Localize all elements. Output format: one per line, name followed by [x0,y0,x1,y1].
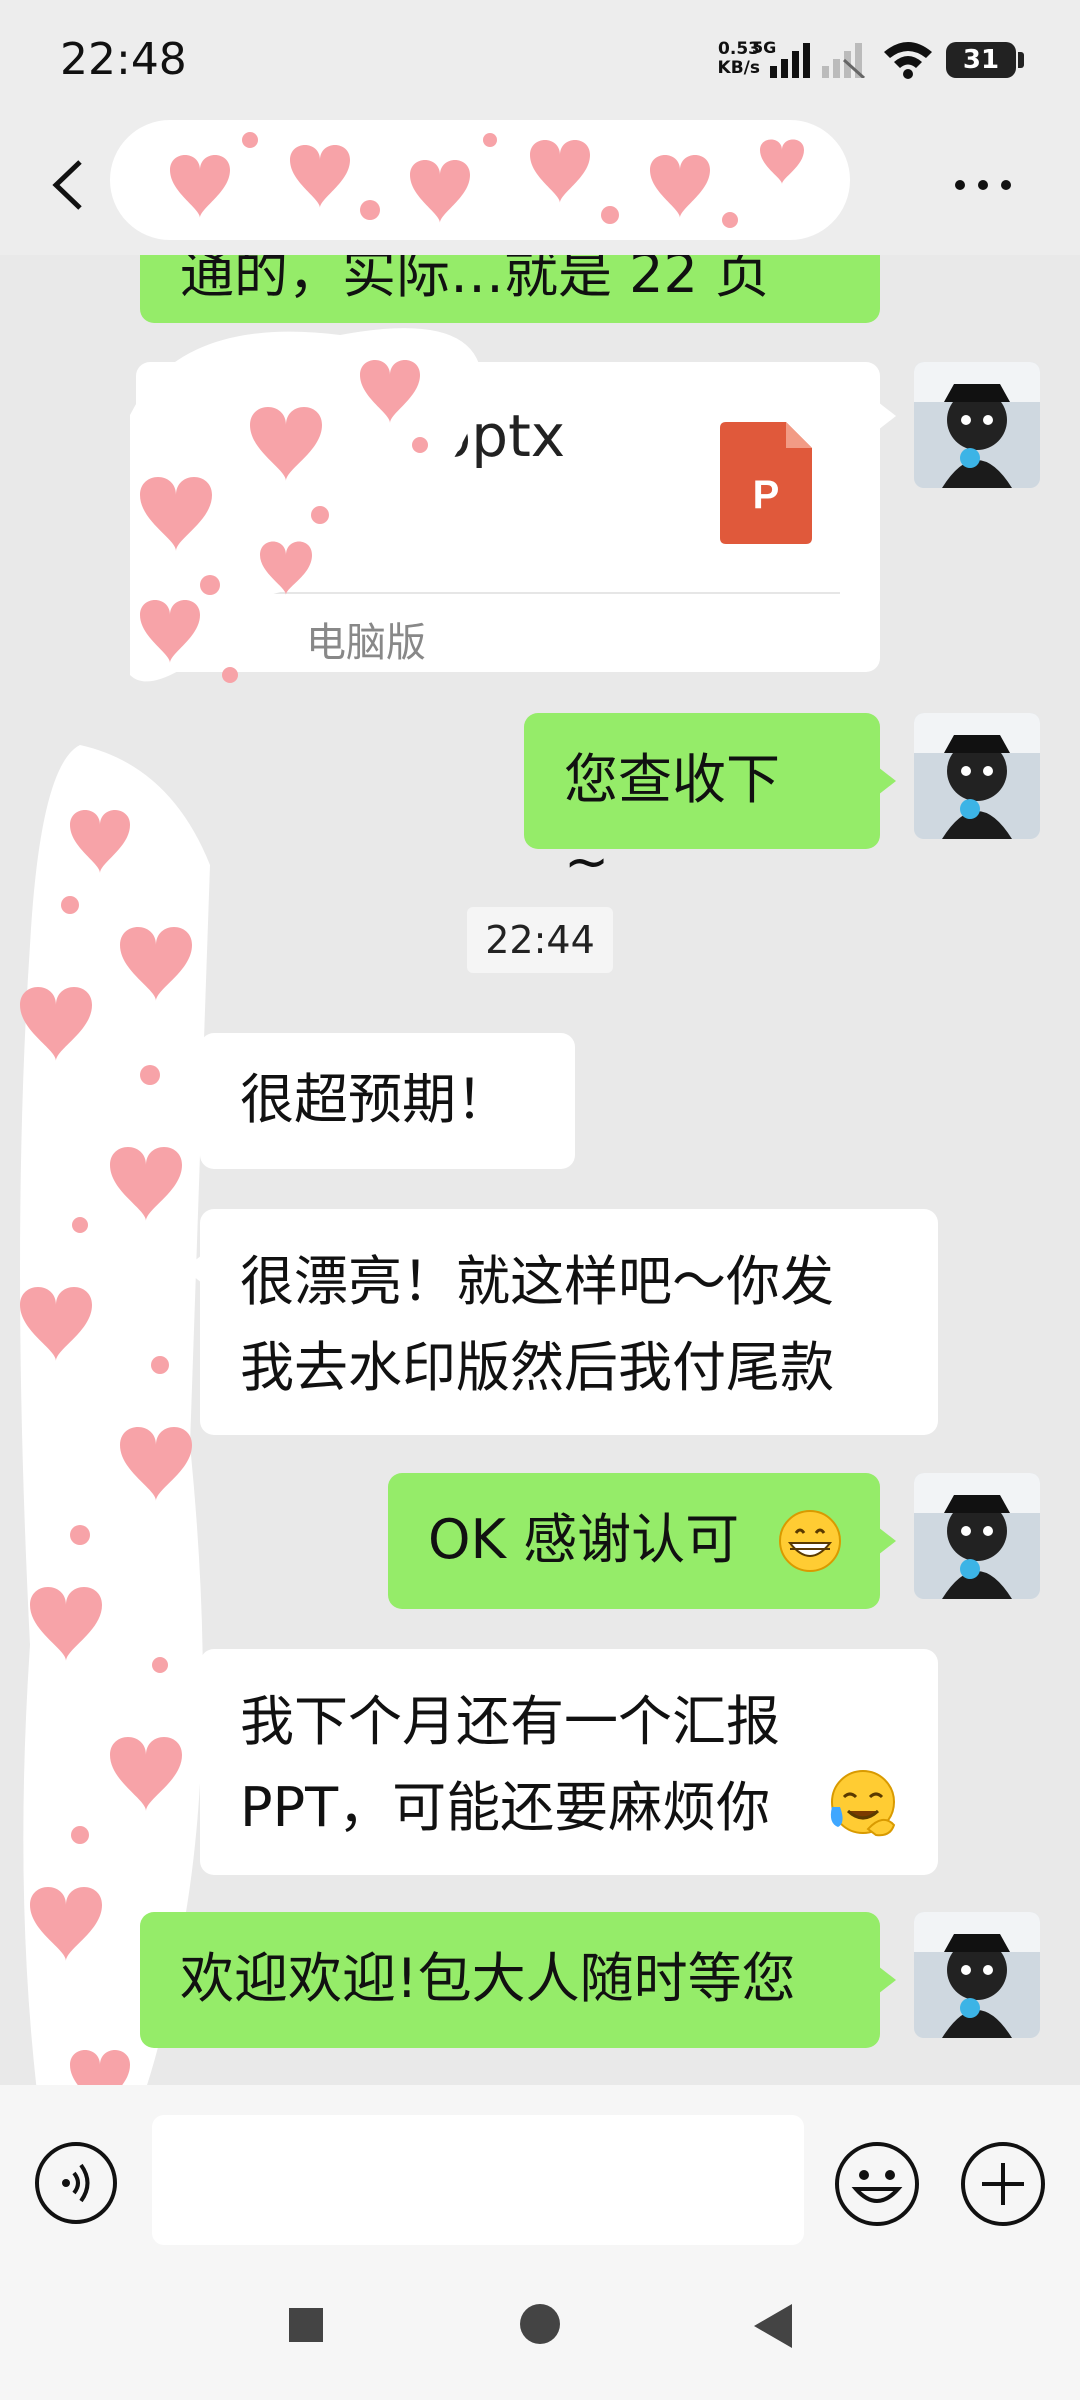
voice-icon[interactable] [34,2141,118,2225]
redaction-hearts-overlay [110,120,850,240]
net-speed-unit: KB/s [717,58,760,78]
wifi-icon [884,42,932,79]
back-icon[interactable] [754,2304,792,2348]
redaction-hearts-overlay [130,328,483,683]
battery-icon: 31 [946,42,1024,78]
net-speed: 0.53 KB/s [700,40,760,78]
message-text: OK 感谢认可 [428,1508,740,1571]
message-line: PPT，可能还要麻烦你 [240,1776,771,1839]
net-speed-value: 0.53 [718,39,760,59]
message-input[interactable] [152,2115,804,2245]
signal-icon [770,43,810,78]
avatar[interactable] [914,1912,1040,2038]
system-nav-bar [0,2260,1080,2400]
plus-icon[interactable] [960,2141,1046,2227]
input-bar [0,2085,1080,2260]
redaction-hearts-overlay [20,745,210,2085]
message-received[interactable]: 我下个月还有一个汇报 PPT，可能还要麻烦你 [184,1649,938,1875]
message-line: 我下个月还有一个汇报 [240,1690,780,1753]
grinning-face-icon [779,1510,841,1572]
home-icon[interactable] [520,2304,560,2344]
chat-header [0,120,1080,255]
powerpoint-icon: P [720,422,812,544]
avatar-image [914,1473,1040,1599]
recent-apps-icon[interactable] [289,2308,323,2342]
message-line: 我去水印版然后我付尾款 [240,1336,834,1399]
more-dots-icon[interactable] [948,160,1018,210]
message-received[interactable]: 很超预期！ [184,1033,575,1169]
avatar-image [914,1912,1040,2038]
svg-text:P: P [753,473,780,517]
message-sent[interactable]: 欢迎欢迎!包大人随时等您 [140,1912,896,2048]
avatar-image [914,713,1040,839]
signal-off-icon [822,43,866,78]
message-text: 很超预期！ [240,1068,510,1131]
message-line: 很漂亮！就这样吧～你发 [240,1250,834,1313]
chat-area[interactable]: 通的，实际…就是 22 页 .pptx P 电脑版 您查收下 ~ 22:44 很… [0,255,1080,2085]
avatar-image [914,362,1040,488]
message-received[interactable]: 很漂亮！就这样吧～你发 我去水印版然后我付尾款 [184,1209,938,1435]
message-text: 欢迎欢迎!包大人随时等您 [180,1947,796,2010]
avatar[interactable] [914,713,1040,839]
avatar[interactable] [914,1473,1040,1599]
message-timestamp: 22:44 [467,907,613,973]
message-sent[interactable]: OK 感谢认可 [388,1473,896,1609]
status-time: 22:48 [60,34,187,85]
back-arrow-icon[interactable] [40,150,100,220]
avatar[interactable] [914,362,1040,488]
message-sent[interactable]: 您查收下 ~ [524,713,896,893]
message-text: 您查收下 ~ [564,748,780,893]
emoji-icon[interactable] [834,2141,920,2227]
crying-face-icon [830,1770,896,1837]
